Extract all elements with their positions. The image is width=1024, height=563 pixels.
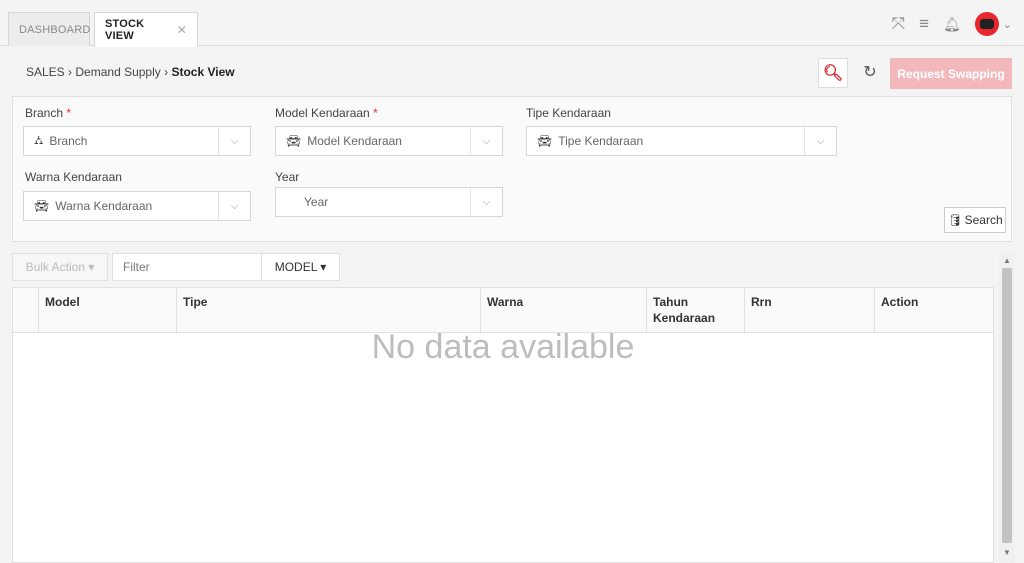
menu-icon[interactable]: ≡: [919, 14, 929, 34]
expand-icon[interactable]: ⤧: [891, 14, 905, 34]
bell-icon[interactable]: 🔔︎: [943, 16, 961, 33]
breadcrumb: SALES › Demand Supply › Stock View: [26, 65, 235, 79]
year-label: Year: [275, 170, 300, 184]
column-rrn[interactable]: Rrn: [745, 288, 875, 333]
avatar[interactable]: [974, 12, 999, 36]
tipe-label: Tipe Kendaraan: [526, 106, 611, 120]
close-icon[interactable]: ✕: [177, 23, 187, 37]
warna-select[interactable]: 🚘︎ Warna Kendaraan ⌵: [23, 191, 251, 221]
model-dropdown-button[interactable]: MODEL ▾: [262, 253, 340, 281]
request-swapping-button[interactable]: Request Swapping: [890, 58, 1012, 89]
branch-label: Branch *: [25, 106, 71, 120]
table-header: Model Tipe Warna Tahun Kendaraan Rrn Act…: [13, 288, 993, 333]
refresh-button[interactable]: ↻: [858, 60, 882, 84]
chevron-down-icon: ⌵: [470, 127, 502, 155]
model-select[interactable]: 🚘︎ Model Kendaraan ⌵: [275, 126, 503, 156]
warna-label: Warna Kendaraan: [25, 170, 122, 184]
warna-placeholder: Warna Kendaraan: [55, 199, 153, 213]
breadcrumb-separator-icon: ›: [164, 65, 169, 79]
required-marker: *: [66, 106, 72, 120]
filter-input[interactable]: Filter: [112, 253, 262, 281]
database-icon: 🛢︎: [947, 213, 963, 227]
column-model[interactable]: Model: [39, 288, 177, 333]
tab-stock-view[interactable]: STOCK VIEW ✕: [94, 12, 198, 47]
scrollbar-thumb[interactable]: [1002, 268, 1012, 543]
top-icons: ⤧ ≡ 🔔︎ ⌄: [891, 12, 1012, 36]
breadcrumb-separator-icon: ›: [68, 65, 73, 79]
breadcrumb-demand-supply[interactable]: Demand Supply: [75, 65, 160, 79]
breadcrumb-current: Stock View: [171, 65, 235, 79]
top-tab-bar: DASHBOARD STOCK VIEW ✕ ⤧ ≡ 🔔︎ ⌄: [0, 0, 1024, 47]
column-tipe[interactable]: Tipe: [177, 288, 481, 333]
avatar-car-icon: [979, 19, 994, 29]
breadcrumb-sales[interactable]: SALES: [26, 65, 65, 79]
filter-search-label: Search: [964, 213, 1003, 227]
car-icon: 🚘︎: [537, 134, 553, 148]
branch-label-text: Branch: [25, 106, 64, 120]
scrollbar[interactable]: ▲ ▼: [999, 253, 1015, 563]
branch-select[interactable]: ⛼ Branch ⌵: [23, 126, 251, 156]
model-label-text: Model Kendaraan: [275, 106, 370, 120]
column-warna[interactable]: Warna: [481, 288, 647, 333]
column-action[interactable]: Action: [875, 288, 993, 333]
column-tahun-kendaraan[interactable]: Tahun Kendaraan: [647, 288, 745, 333]
required-marker: *: [373, 106, 378, 120]
app-root: DASHBOARD STOCK VIEW ✕ ⤧ ≡ 🔔︎ ⌄ SALES › …: [0, 0, 1024, 563]
tab-dashboard-label: DASHBOARD: [19, 23, 91, 36]
chevron-down-icon: ⌵: [804, 127, 836, 155]
bulk-action-button[interactable]: Bulk Action ▾: [12, 253, 108, 281]
year-select[interactable]: Year ⌵: [275, 187, 503, 217]
chevron-down-icon: ⌵: [218, 127, 250, 155]
car-icon: 🚘︎: [34, 199, 50, 213]
tipe-select[interactable]: 🚘︎ Tipe Kendaraan ⌵: [526, 126, 837, 156]
chevron-down-icon: ⌵: [218, 192, 250, 220]
search-button[interactable]: 🔍︎: [818, 58, 848, 88]
chevron-down-icon[interactable]: ⌄: [1003, 18, 1012, 31]
sitemap-icon: ⛼: [34, 133, 44, 147]
empty-message: No data available: [371, 328, 635, 366]
tab-stock-view-label: STOCK VIEW: [105, 18, 145, 42]
refresh-icon: ↻: [863, 64, 877, 81]
scroll-down-icon[interactable]: ▼: [999, 548, 1015, 557]
filter-panel: Branch * ⛼ Branch ⌵ Model Kendaraan * 🚘︎…: [12, 96, 1012, 242]
data-table: Model Tipe Warna Tahun Kendaraan Rrn Act…: [12, 287, 994, 563]
chevron-down-icon: ⌵: [470, 188, 502, 216]
scroll-up-icon[interactable]: ▲: [999, 256, 1015, 265]
branch-placeholder: Branch: [49, 134, 88, 148]
model-label: Model Kendaraan *: [275, 106, 378, 120]
model-placeholder: Model Kendaraan: [307, 134, 402, 148]
filter-search-button[interactable]: 🛢︎ Search: [944, 207, 1006, 233]
tipe-placeholder: Tipe Kendaraan: [558, 134, 644, 148]
table-toolbar: Bulk Action ▾ Filter MODEL ▾: [12, 253, 340, 281]
tab-dashboard[interactable]: DASHBOARD: [8, 12, 90, 46]
search-icon: 🔍︎: [822, 65, 844, 82]
select-column[interactable]: [13, 288, 39, 333]
car-icon: 🚘︎: [286, 134, 302, 148]
year-placeholder: Year: [304, 195, 329, 209]
